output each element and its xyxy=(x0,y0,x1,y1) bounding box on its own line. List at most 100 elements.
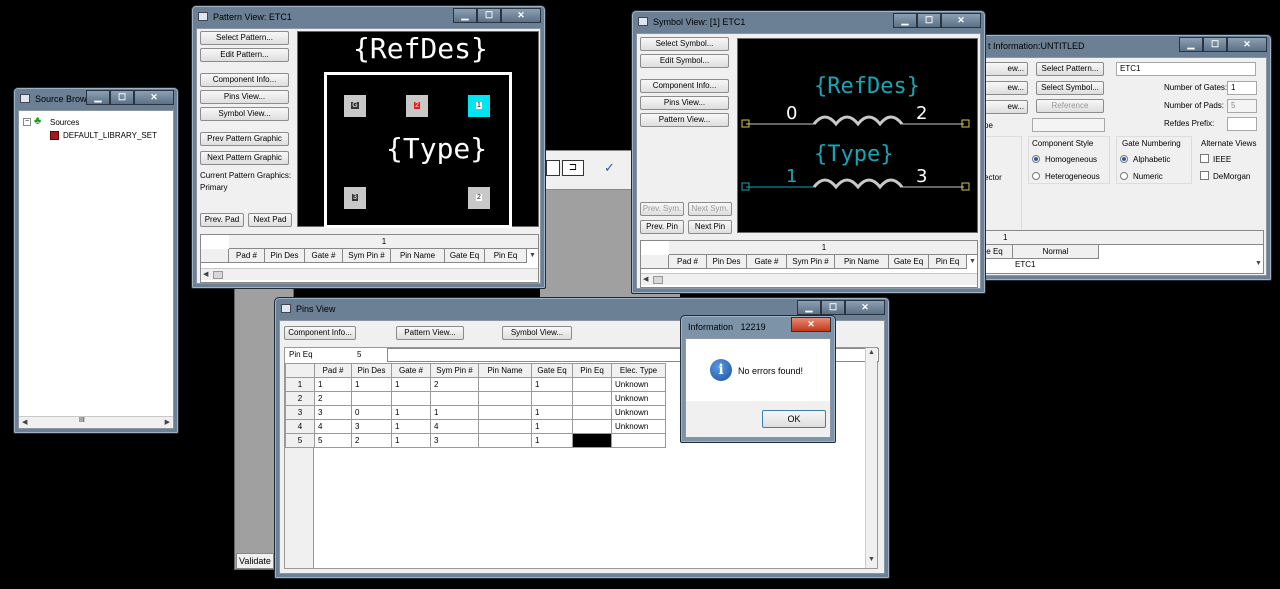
homogeneous-label[interactable]: Homogeneous xyxy=(1045,155,1097,164)
component-info-button[interactable]: Component Info... xyxy=(640,79,729,93)
col-pad[interactable]: Pad # xyxy=(229,249,265,263)
scroll-down-arrow[interactable]: ▼ xyxy=(969,258,976,265)
number-of-gates-field[interactable]: 1 xyxy=(1227,81,1257,95)
table-row[interactable]: 3 3 0 1 1 1 Unknown xyxy=(285,405,666,420)
cell-gate[interactable] xyxy=(391,391,431,406)
numeric-radio[interactable] xyxy=(1120,172,1128,180)
cell-gate[interactable]: 1 xyxy=(391,405,431,420)
col-pin-eq[interactable]: Pin Eq xyxy=(929,255,967,269)
table-row[interactable]: 4 4 3 1 4 1 Unknown xyxy=(285,419,666,434)
ieee-label[interactable]: IEEE xyxy=(1213,155,1231,164)
select-pattern-button[interactable]: Select Pattern... xyxy=(200,31,289,45)
maximize-button[interactable]: ☐ xyxy=(1203,37,1227,52)
cell-pin-des[interactable]: 2 xyxy=(351,433,392,448)
pattern-view-button[interactable]: Pattern View... xyxy=(640,113,729,127)
col-normal[interactable]: Normal xyxy=(1013,245,1099,259)
next-pattern-graphic-button[interactable]: Next Pattern Graphic xyxy=(200,151,289,165)
cell-elec-type[interactable]: Unknown xyxy=(611,391,666,406)
scroll-left-arrow[interactable]: ◀ xyxy=(203,270,208,278)
cell-elec-type[interactable]: Unknown xyxy=(611,419,666,434)
scroll-down-arrow[interactable]: ▼ xyxy=(868,556,875,563)
ok-button[interactable]: OK xyxy=(762,410,826,428)
col-sym-pin[interactable]: Sym Pin # xyxy=(430,363,479,378)
component-name-field[interactable]: ETC1 xyxy=(1116,62,1256,76)
cell-sym-pin[interactable] xyxy=(430,391,479,406)
cell-pin-name[interactable] xyxy=(478,391,532,406)
minimize-button[interactable]: ▁ xyxy=(1179,37,1203,52)
col-elec-type[interactable]: Elec. Type xyxy=(611,363,666,378)
close-button[interactable]: ✕ xyxy=(134,90,174,105)
component-info-button[interactable]: Component Info... xyxy=(284,326,356,340)
cell-pin-name[interactable] xyxy=(478,377,532,392)
heterogeneous-label[interactable]: Heterogeneous xyxy=(1045,172,1100,181)
cell-pin-name[interactable] xyxy=(478,405,532,420)
pins-table[interactable]: Pad # Pin Des Gate # Sym Pin # Pin Name … xyxy=(285,363,666,448)
cell-elec-type[interactable]: Unknown xyxy=(611,377,666,392)
cell-pin-des[interactable]: 0 xyxy=(351,405,392,420)
demorgan-label[interactable]: DeMorgan xyxy=(1213,172,1250,181)
col-pin-des[interactable]: Pin Des xyxy=(351,363,392,378)
cell-pin-eq[interactable] xyxy=(572,405,612,420)
col-pin-des[interactable]: Pin Des xyxy=(707,255,747,269)
cell-pin-des[interactable] xyxy=(351,391,392,406)
cell-sym-pin[interactable]: 4 xyxy=(430,419,479,434)
col-gate-eq[interactable]: Gate Eq xyxy=(531,363,573,378)
pad-2-top[interactable]: 2 xyxy=(406,95,428,117)
select-pattern-button[interactable]: Select Pattern... xyxy=(1036,62,1104,76)
col-pin-name[interactable]: Pin Name xyxy=(835,255,889,269)
symbol-view-button[interactable]: Symbol View... xyxy=(502,326,572,340)
minimize-button[interactable]: ▁ xyxy=(453,8,477,23)
close-button[interactable]: ✕ xyxy=(791,317,831,332)
scroll-left-arrow[interactable]: ◀ xyxy=(643,275,648,283)
chip-icon[interactable] xyxy=(546,160,560,176)
demorgan-checkbox[interactable] xyxy=(1200,171,1209,180)
heterogeneous-radio[interactable] xyxy=(1032,172,1040,180)
next-pin-button[interactable]: Next Pin xyxy=(688,220,732,234)
scroll-grip[interactable]: III xyxy=(79,417,85,424)
pad-1-selected[interactable]: 1 xyxy=(468,95,490,117)
cell-pin-eq-selected[interactable] xyxy=(572,433,612,448)
maximize-button[interactable]: ☐ xyxy=(821,300,845,315)
pattern-view-button[interactable]: Pattern View... xyxy=(396,326,464,340)
prev-pad-button[interactable]: Prev. Pad xyxy=(200,213,244,227)
row-number[interactable]: 1 xyxy=(285,377,315,392)
tree-item-default-library-set[interactable]: DEFAULT_LIBRARY_SET xyxy=(63,131,171,140)
partial-button-2[interactable]: ew... xyxy=(980,81,1028,95)
cell-pin-eq[interactable] xyxy=(572,377,612,392)
cell-sym-pin[interactable]: 1 xyxy=(430,405,479,420)
alphabetic-label[interactable]: Alphabetic xyxy=(1133,155,1170,164)
cell-pin-des[interactable]: 3 xyxy=(351,419,392,434)
close-button[interactable]: ✕ xyxy=(845,300,885,315)
ieee-checkbox[interactable] xyxy=(1200,154,1209,163)
cell-pin-des[interactable]: 1 xyxy=(351,377,392,392)
close-button[interactable]: ✕ xyxy=(941,13,981,28)
col-pin-name[interactable]: Pin Name xyxy=(478,363,532,378)
gate-cell[interactable]: ETC1 xyxy=(1015,260,1035,269)
scroll-thumb[interactable] xyxy=(213,271,223,279)
maximize-button[interactable]: ☐ xyxy=(110,90,134,105)
col-gate[interactable]: Gate # xyxy=(391,363,431,378)
select-symbol-button[interactable]: Select Symbol... xyxy=(1036,81,1104,95)
row-number[interactable]: 2 xyxy=(285,391,315,406)
cell-sym-pin[interactable]: 2 xyxy=(430,377,479,392)
tree-root-label[interactable]: Sources xyxy=(50,118,79,127)
row-number[interactable]: 3 xyxy=(285,405,315,420)
validate-tab[interactable]: Validate xyxy=(236,553,274,569)
close-button[interactable]: ✕ xyxy=(501,8,541,23)
next-pad-button[interactable]: Next Pad xyxy=(248,213,292,227)
select-symbol-button[interactable]: Select Symbol... xyxy=(640,37,729,51)
cell-pin-name[interactable] xyxy=(478,419,532,434)
prev-pattern-graphic-button[interactable]: Prev Pattern Graphic xyxy=(200,132,289,146)
col-gate-eq[interactable]: Gate Eq xyxy=(889,255,929,269)
cell-pin-name[interactable] xyxy=(478,433,532,448)
minimize-button[interactable]: ▁ xyxy=(797,300,821,315)
maximize-button[interactable]: ☐ xyxy=(917,13,941,28)
cell-pad[interactable]: 3 xyxy=(314,405,352,420)
scroll-up-arrow[interactable]: ▲ xyxy=(868,349,875,356)
col-sym-pin[interactable]: Sym Pin # xyxy=(343,249,391,263)
row-number[interactable]: 4 xyxy=(285,419,315,434)
pattern-canvas[interactable]: {RefDes} {Type} G 2 1 3 2 xyxy=(297,31,539,228)
type-field[interactable] xyxy=(1032,118,1105,132)
table-row[interactable]: 1 1 1 1 2 1 Unknown xyxy=(285,377,666,392)
symbol-canvas[interactable]: {RefDes} {Type} 0 2 1 3 xyxy=(737,38,978,233)
